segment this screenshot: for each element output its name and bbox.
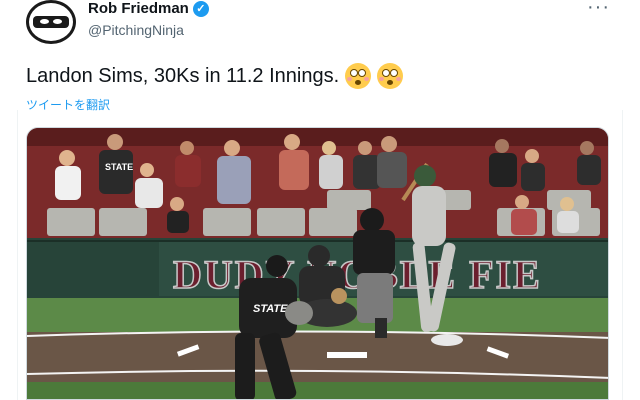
fan-shirt-text: STATE (105, 162, 133, 172)
more-options-icon[interactable]: ··· (587, 0, 610, 17)
ninja-mask-band (33, 16, 69, 28)
eye-shape (53, 19, 62, 24)
pitcher-jersey-text: STATE (253, 303, 288, 315)
video-media[interactable]: STATE DUDY NOBLE FIE STATE (26, 127, 609, 400)
display-name-row[interactable]: Rob Friedman ✓ (88, 0, 209, 18)
tweet-card: Rob Friedman ✓ @PitchingNinja ··· Landon… (0, 0, 640, 400)
video-frame: STATE DUDY NOBLE FIE STATE (27, 128, 608, 399)
eye-shape (40, 19, 49, 24)
avatar[interactable] (26, 0, 76, 44)
flushed-face-emoji (345, 63, 372, 89)
author-block: Rob Friedman ✓ @PitchingNinja (88, 0, 209, 39)
display-name[interactable]: Rob Friedman (88, 0, 189, 18)
user-handle[interactable]: @PitchingNinja (88, 21, 209, 39)
tweet-text: Landon Sims, 30Ks in 11.2 Innings. (26, 63, 404, 89)
card-border (17, 110, 18, 400)
tweet-text-body: Landon Sims, 30Ks in 11.2 Innings. (26, 64, 340, 87)
verified-badge-icon: ✓ (192, 1, 209, 17)
card-border (622, 110, 623, 400)
translate-tweet-link[interactable]: ツイートを翻訳 (26, 96, 110, 113)
flushed-face-emoji (377, 63, 404, 89)
